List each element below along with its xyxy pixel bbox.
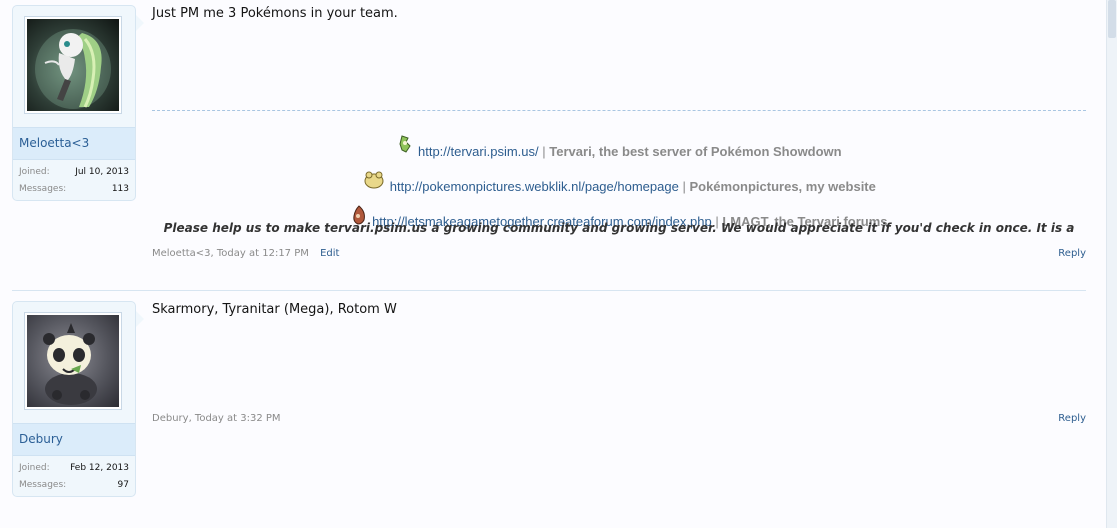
joined-value: Jul 10, 2013 — [75, 167, 129, 177]
avatar-link[interactable] — [24, 16, 122, 114]
post-meta: Meloetta<3, Today at 12:17 PM Edit — [152, 248, 339, 259]
user-info-block: Meloetta<3 Joined: Jul 10, 2013 Messages… — [12, 5, 144, 201]
signature-divider — [152, 110, 1086, 111]
signature-link[interactable]: http://tervari.psim.us/ — [418, 144, 539, 159]
signature-bold-text: Please help us to make tervari.psim.us a… — [163, 221, 1075, 235]
messages-row: Messages: 97 — [19, 480, 129, 490]
pancham-avatar-icon — [43, 323, 97, 405]
username-bar: Debury — [13, 423, 135, 456]
message-content: Just PM me 3 Pokémons in your team. — [152, 6, 398, 21]
avatar — [27, 19, 119, 111]
yellow-pokemon-sprite-icon — [362, 169, 386, 194]
messages-value[interactable]: 113 — [112, 184, 129, 194]
joined-row: Joined: Feb 12, 2013 — [19, 463, 129, 473]
post-author-date[interactable]: Debury, Today at 3:32 PM — [152, 413, 281, 424]
username-bar: Meloetta<3 — [13, 127, 135, 160]
page-scrollbar[interactable] — [1106, 0, 1117, 528]
reply-link[interactable]: Reply — [1058, 413, 1086, 424]
signature-link[interactable]: http://pokemonpictures.webklik.nl/page/h… — [390, 179, 679, 194]
joined-value: Feb 12, 2013 — [70, 463, 129, 473]
reply-link[interactable]: Reply — [1058, 248, 1086, 259]
scrollbar-thumb[interactable] — [1108, 0, 1116, 38]
message-post: Meloetta<3 Joined: Jul 10, 2013 Messages… — [0, 0, 1100, 268]
messages-row: Messages: 113 — [19, 184, 129, 194]
messages-label: Messages: — [19, 480, 67, 490]
username-link[interactable]: Meloetta<3 — [19, 136, 89, 150]
joined-label: Joined: — [19, 463, 50, 473]
signature-line: http://tervari.psim.us/ | Tervari, the b… — [152, 134, 1086, 159]
grass-pokemon-sprite-icon — [396, 134, 414, 159]
meloetta-avatar-icon — [35, 29, 111, 109]
edit-link[interactable]: Edit — [320, 248, 339, 259]
message-content: Skarmory, Tyranitar (Mega), Rotom W — [152, 302, 397, 317]
joined-row: Joined: Jul 10, 2013 — [19, 167, 129, 177]
messages-label: Messages: — [19, 184, 67, 194]
signature-separator: | — [682, 179, 686, 194]
signature-description: Tervari, the best server of Pokémon Show… — [549, 144, 842, 159]
signature-line: http://pokemonpictures.webklik.nl/page/h… — [152, 169, 1086, 194]
message-post: Debury Joined: Feb 12, 2013 Messages: 97… — [0, 290, 1100, 528]
post-author-date[interactable]: Meloetta<3, Today at 12:17 PM — [152, 248, 309, 259]
signature-description: Pokémonpictures, my website — [689, 179, 876, 194]
avatar-link[interactable] — [24, 312, 122, 410]
joined-label: Joined: — [19, 167, 50, 177]
user-info-block: Debury Joined: Feb 12, 2013 Messages: 97 — [12, 301, 144, 497]
username-link[interactable]: Debury — [19, 432, 63, 446]
messages-value[interactable]: 97 — [118, 480, 129, 490]
post-meta: Debury, Today at 3:32 PM — [152, 413, 281, 424]
signature-separator: | — [542, 144, 546, 159]
avatar — [27, 315, 119, 407]
